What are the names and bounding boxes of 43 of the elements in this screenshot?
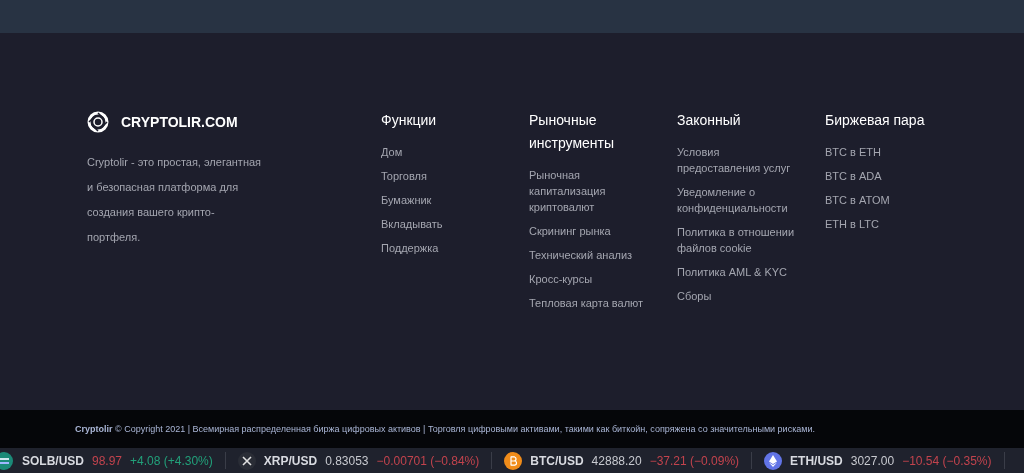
pair-label[interactable]: BTC/USD	[530, 453, 584, 468]
footer-link[interactable]: Политика в отношении файлов cookie	[677, 224, 803, 256]
footer-link[interactable]: Технический анализ	[529, 247, 655, 263]
close-mark-icon	[237, 451, 256, 470]
footer-link[interactable]: Торговля	[381, 168, 507, 184]
footer-link[interactable]: ETH в LTC	[825, 216, 951, 232]
price-change: −37.21 (−0.09%)	[649, 453, 740, 468]
copyright-text: Cryptolir © Copyright 2021 | Всемирная распределенная биржа цифровых активов | Торговля цифровыми активами, такими как биткойн, сопряжена со значительными рисками.	[0, 410, 1024, 448]
brand-description: Cryptolir - это простая, элегантная и безопасная платформа для создания вашего крипто-портфеля.	[87, 155, 263, 245]
footer-link[interactable]: Рыночная капитализация криптовалют	[529, 167, 655, 215]
footer-link[interactable]: Поддержка	[381, 240, 507, 256]
price-change: −0.00701 (−0.84%)	[376, 453, 480, 468]
column-heading: Рыночные инструменты	[529, 111, 616, 153]
price-value: 42888.20	[591, 453, 642, 468]
column-heading: Законный	[677, 111, 742, 130]
footer-link[interactable]: Вкладывать	[381, 216, 507, 232]
pair-label[interactable]: ETH/USD	[790, 453, 843, 468]
footer-link[interactable]: Сборы	[677, 288, 803, 304]
footer-link[interactable]: Уведомление о конфиденциальности	[677, 184, 803, 216]
logo-icon	[87, 111, 109, 133]
footer-link[interactable]: Скрининг рынка	[529, 223, 655, 239]
price-value: 98.97	[92, 453, 123, 468]
brand-name: CRYPTOLIR.COM	[121, 114, 238, 130]
footer-link[interactable]: Дом	[381, 144, 507, 160]
footer-link[interactable]: Кросс-курсы	[529, 271, 655, 287]
price-value: 0.83053	[325, 453, 369, 468]
pair-label[interactable]: SOLB/USD	[22, 453, 84, 468]
column-heading: Биржевая пара	[825, 111, 926, 130]
footer-link[interactable]: Условия предоставления услуг	[677, 144, 803, 176]
price-value: 3027.00	[850, 453, 895, 468]
pair-label[interactable]: XRP/USD	[263, 453, 318, 468]
footer-link[interactable]: Бумажник	[381, 192, 507, 208]
footer-link[interactable]: Тепловая карта валют	[529, 295, 655, 311]
footer-link[interactable]: BTC в ATOM	[825, 192, 951, 208]
footer-link[interactable]: BTC в ADA	[825, 168, 951, 184]
column-heading: Функции	[381, 111, 438, 130]
footer-link[interactable]: BTC в ETH	[825, 144, 951, 160]
price-change: +4.08 (+4.30%)	[130, 453, 213, 468]
coin-icon	[0, 451, 14, 470]
price-change: −10.54 (−0.35%)	[902, 453, 992, 468]
footer-link[interactable]: Политика AML & KYC	[677, 264, 803, 280]
ethereum-icon	[764, 451, 783, 470]
bitcoin-icon	[504, 451, 523, 470]
